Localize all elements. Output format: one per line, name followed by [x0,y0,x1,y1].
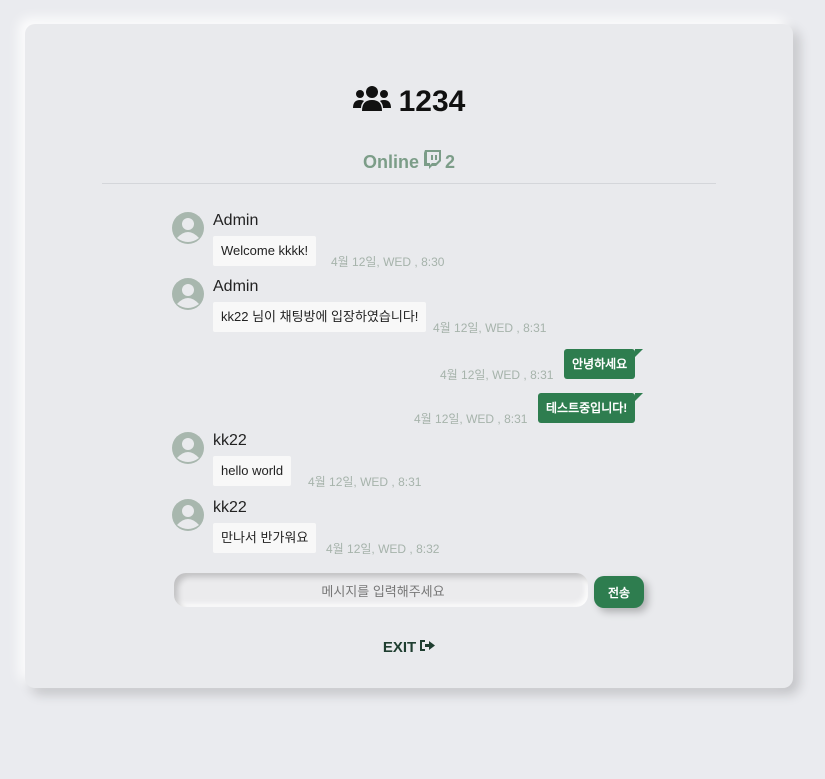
message-sender: Admin [213,278,259,295]
room-title: 1234 [25,84,793,120]
exit-button[interactable]: EXIT [25,639,793,656]
message-input-wrapper [174,573,592,609]
message-sender: kk22 [213,432,247,449]
avatar [172,432,204,464]
message-bubble: 만나서 반가워요 [213,523,317,553]
send-button[interactable]: 전송 [594,576,644,608]
message-time: 4월 12일, WED , 8:30 [331,255,445,269]
avatar [172,278,204,310]
room-name: 1234 [398,85,466,118]
message-bubble-outgoing: 안녕하세요 [564,349,644,379]
online-status: Online 2 [25,150,793,174]
avatar [172,499,204,531]
sign-out-icon [420,639,436,656]
message-time: 4월 12일, WED , 8:31 [414,412,528,426]
exit-label: EXIT [382,639,417,656]
message-bubble: kk22 님이 채팅방에 입장하였습니다! [213,302,427,332]
message-bubble: Welcome kkkk! [213,236,317,266]
message-time: 4월 12일, WED , 8:31 [433,321,547,335]
message-bubble: hello world [213,456,292,486]
message-input[interactable] [174,573,592,609]
message-sender: kk22 [213,499,247,516]
message-time: 4월 12일, WED , 8:31 [308,475,422,489]
message-time: 4월 12일, WED , 8:32 [326,542,440,556]
message-sender: Admin [213,212,259,229]
online-label: Online [362,151,419,172]
message-bubble-outgoing: 테스트중입니다! [538,393,644,423]
twitch-icon [423,150,441,174]
header-divider [102,183,716,184]
online-count: 2 [445,151,456,172]
avatar [172,212,204,244]
users-icon [352,84,391,120]
message-time: 4월 12일, WED , 8:31 [440,368,554,382]
chat-card: 1234 Online 2 Admin Welcome kkkk! 4월 12일… [25,24,793,688]
